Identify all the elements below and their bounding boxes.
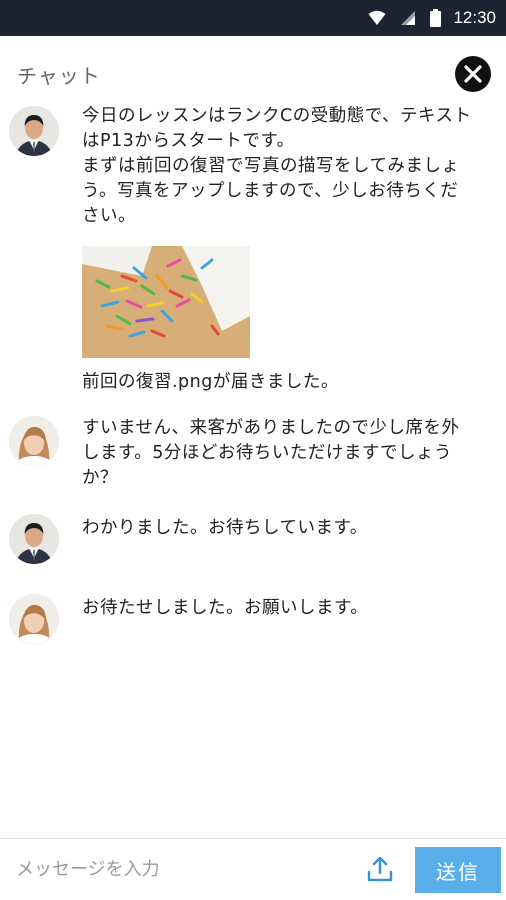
message-text: お待たせしました。お願いします。 xyxy=(82,598,369,618)
signal-icon xyxy=(400,10,416,26)
status-bar: 12:30 xyxy=(0,0,506,36)
close-icon xyxy=(464,65,482,83)
avatar-student xyxy=(9,416,59,466)
upload-icon xyxy=(367,856,393,882)
close-button[interactable] xyxy=(455,56,491,92)
battery-icon xyxy=(430,9,442,27)
send-button[interactable]: 送信 xyxy=(415,847,501,893)
upload-button[interactable] xyxy=(364,853,396,885)
composer-bar: 送信 xyxy=(0,838,506,900)
wifi-icon xyxy=(368,10,386,26)
avatar-teacher xyxy=(9,514,59,564)
attachment-image[interactable] xyxy=(82,246,250,358)
message-text: 今日のレッスンはランクCの受動態で、テキストはP13からスタートです。 まずは前… xyxy=(82,106,472,226)
page-title: チャット xyxy=(17,64,101,88)
message-list[interactable]: 今日のレッスンはランクCの受動態で、テキストはP13からスタートです。 まずは前… xyxy=(0,100,506,835)
chat-header: チャット xyxy=(0,36,506,106)
message-input[interactable] xyxy=(16,851,346,887)
avatar-teacher xyxy=(9,106,59,156)
status-time: 12:30 xyxy=(453,8,496,27)
message-text: すいません、来客がありましたので少し席を外します。5分ほどお待ちいただけますでし… xyxy=(82,418,460,488)
attachment-caption: 前回の復習.pngが届きました。 xyxy=(82,372,339,392)
avatar-student xyxy=(9,594,59,644)
message-text: わかりました。お待ちしています。 xyxy=(82,518,368,538)
